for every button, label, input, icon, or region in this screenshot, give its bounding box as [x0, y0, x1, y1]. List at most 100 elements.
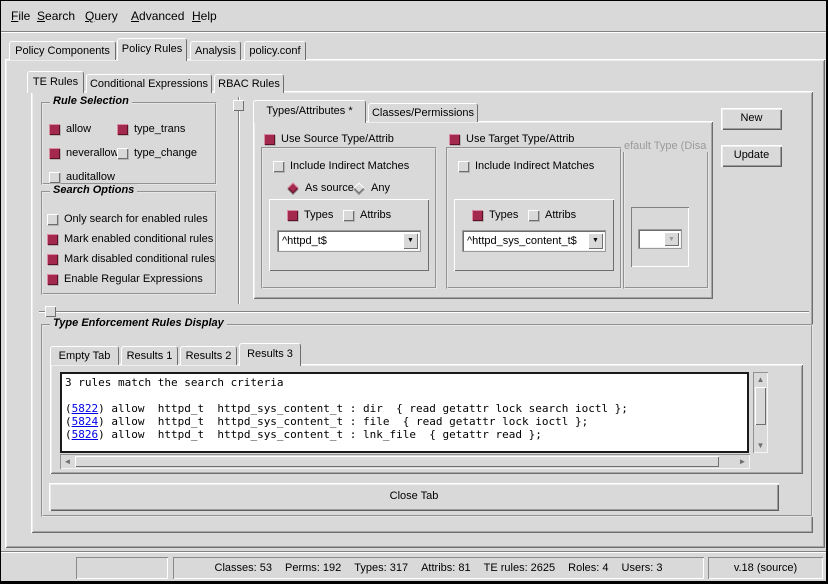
- checkbox-indicator: [472, 210, 483, 221]
- checkbox-label: Attribs: [360, 209, 391, 221]
- menu-advanced[interactable]: Advanced: [131, 9, 184, 23]
- results-summary: 3 rules match the search criteria: [65, 376, 744, 389]
- scroll-up-icon[interactable]: ▲: [754, 373, 767, 386]
- radio-as-source[interactable]: As source: [287, 181, 354, 195]
- tab-policy-components[interactable]: Policy Components: [9, 41, 116, 60]
- checkbox-type-change[interactable]: type_change: [117, 146, 197, 160]
- checkbox-neverallow[interactable]: neverallow: [49, 146, 119, 160]
- source-type-combobox[interactable]: ^httpd_t$ ▼: [277, 230, 421, 252]
- horizontal-scrollbar-thumb[interactable]: [75, 456, 719, 467]
- tab-analysis[interactable]: Analysis: [190, 41, 241, 60]
- tab-empty-tab[interactable]: Empty Tab: [50, 346, 119, 365]
- scroll-left-icon[interactable]: ◄: [61, 455, 74, 468]
- stat-perms: Perms: 192: [285, 562, 341, 574]
- tab-results-3[interactable]: Results 3: [239, 343, 301, 366]
- checkbox-mark-enabled-conditional[interactable]: Mark enabled conditional rules: [47, 232, 213, 246]
- checkbox-indicator: [273, 161, 284, 172]
- radio-label: As source: [305, 182, 354, 194]
- status-empty-panel: [76, 557, 168, 579]
- te-rules-display-title: Type Enforcement Rules Display: [50, 317, 227, 329]
- vertical-sash[interactable]: [238, 97, 240, 304]
- close-tab-button[interactable]: Close Tab: [49, 483, 779, 511]
- tab-classes-permissions[interactable]: Classes/Permissions: [368, 103, 478, 122]
- menu-query[interactable]: Query: [85, 9, 118, 23]
- checkbox-allow[interactable]: allow: [49, 122, 91, 136]
- radio-indicator: [287, 182, 298, 193]
- rule-line: (5824) allow httpd_t httpd_sys_content_t…: [65, 415, 744, 428]
- vertical-scrollbar-thumb[interactable]: [755, 387, 766, 425]
- menu-search[interactable]: Search: [37, 9, 75, 23]
- checkbox-target-include-indirect[interactable]: Include Indirect Matches: [458, 159, 594, 173]
- blank-line: [65, 389, 744, 402]
- update-button[interactable]: Update: [721, 145, 782, 167]
- checkbox-label: Mark enabled conditional rules: [64, 233, 213, 245]
- scroll-right-icon[interactable]: ►: [736, 455, 749, 468]
- radio-label: Any: [371, 182, 390, 194]
- checkbox-indicator: [458, 161, 469, 172]
- checkbox-indicator: [47, 274, 58, 285]
- tab-results-2[interactable]: Results 2: [180, 346, 237, 365]
- checkbox-label: allow: [66, 123, 91, 135]
- checkbox-source-include-indirect[interactable]: Include Indirect Matches: [273, 159, 409, 173]
- scroll-down-icon[interactable]: ▼: [754, 439, 767, 452]
- checkbox-use-source-type[interactable]: Use Source Type/Attrib: [264, 132, 394, 146]
- horizontal-scrollbar[interactable]: ◄ ►: [60, 454, 750, 469]
- rule-text: ) allow httpd_t httpd_sys_content_t : ln…: [98, 428, 542, 441]
- checkbox-indicator: [47, 214, 58, 225]
- radio-any[interactable]: Any: [353, 181, 390, 195]
- menu-bar: File Search Query Advanced Help: [1, 1, 827, 31]
- status-version-panel: v.18 (source): [708, 557, 823, 579]
- vertical-scrollbar[interactable]: ▲ ▼: [753, 372, 768, 453]
- default-type-combobox: ▼: [638, 229, 682, 249]
- checkbox-only-enabled-rules[interactable]: Only search for enabled rules: [47, 212, 208, 226]
- tab-policy-conf[interactable]: policy.conf: [244, 41, 306, 60]
- apol-window: File Search Query Advanced Help Policy C…: [0, 0, 828, 584]
- menu-file[interactable]: File: [11, 9, 30, 23]
- horizontal-sash-handle[interactable]: [45, 306, 56, 317]
- tab-types-attributes[interactable]: Types/Attributes *: [253, 100, 366, 123]
- checkbox-source-attribs[interactable]: Attribs: [343, 208, 391, 222]
- rule-id-link[interactable]: 5824: [72, 415, 99, 428]
- chevron-down-icon[interactable]: ▼: [588, 233, 603, 249]
- tab-results-1[interactable]: Results 1: [121, 346, 178, 365]
- checkbox-label: type_trans: [134, 123, 185, 135]
- new-button[interactable]: New: [721, 108, 782, 130]
- target-type-combobox[interactable]: ^httpd_sys_content_t$ ▼: [462, 230, 606, 252]
- checkbox-mark-disabled-conditional[interactable]: Mark disabled conditional rules: [47, 252, 215, 266]
- menu-help[interactable]: Help: [192, 9, 217, 23]
- radio-indicator: [353, 182, 364, 193]
- tab-policy-rules[interactable]: Policy Rules: [117, 38, 187, 61]
- search-options-title: Search Options: [50, 184, 137, 196]
- vertical-sash-handle[interactable]: [233, 100, 244, 111]
- checkbox-label: Attribs: [545, 209, 576, 221]
- checkbox-enable-regex[interactable]: Enable Regular Expressions: [47, 272, 203, 286]
- rule-id-link[interactable]: 5826: [72, 428, 99, 441]
- checkbox-target-attribs[interactable]: Attribs: [528, 208, 576, 222]
- checkbox-indicator: [287, 210, 298, 221]
- checkbox-auditallow[interactable]: auditallow: [49, 170, 115, 184]
- stat-attribs: Attribs: 81: [421, 562, 471, 574]
- chevron-down-icon[interactable]: ▼: [403, 233, 418, 249]
- rule-paren: (: [65, 415, 72, 428]
- rule-line: (5822) allow httpd_t httpd_sys_content_t…: [65, 402, 744, 415]
- checkbox-target-types[interactable]: Types: [472, 208, 518, 222]
- checkbox-type-trans[interactable]: type_trans: [117, 122, 185, 136]
- checkbox-source-types[interactable]: Types: [287, 208, 333, 222]
- rule-id-link[interactable]: 5822: [72, 402, 99, 415]
- checkbox-indicator: [117, 124, 128, 135]
- rule-paren: (: [65, 428, 72, 441]
- tab-te-rules[interactable]: TE Rules: [27, 71, 84, 93]
- chevron-down-icon: ▼: [664, 232, 679, 246]
- horizontal-sash[interactable]: [39, 311, 809, 313]
- stat-users: Users: 3: [622, 562, 663, 574]
- stat-roles: Roles: 4: [568, 562, 608, 574]
- checkbox-use-target-type[interactable]: Use Target Type/Attrib: [449, 132, 574, 146]
- tab-rbac-rules[interactable]: RBAC Rules: [214, 74, 284, 93]
- checkbox-label: type_change: [134, 147, 197, 159]
- status-stats-panel: Classes: 53 Perms: 192 Types: 317 Attrib…: [173, 557, 704, 579]
- results-text-area[interactable]: 3 rules match the search criteria (5822)…: [60, 372, 749, 453]
- tab-conditional-expressions[interactable]: Conditional Expressions: [86, 74, 212, 93]
- checkbox-label: Enable Regular Expressions: [64, 273, 203, 285]
- rule-paren: (: [65, 402, 72, 415]
- stat-te-rules: TE rules: 2625: [484, 562, 556, 574]
